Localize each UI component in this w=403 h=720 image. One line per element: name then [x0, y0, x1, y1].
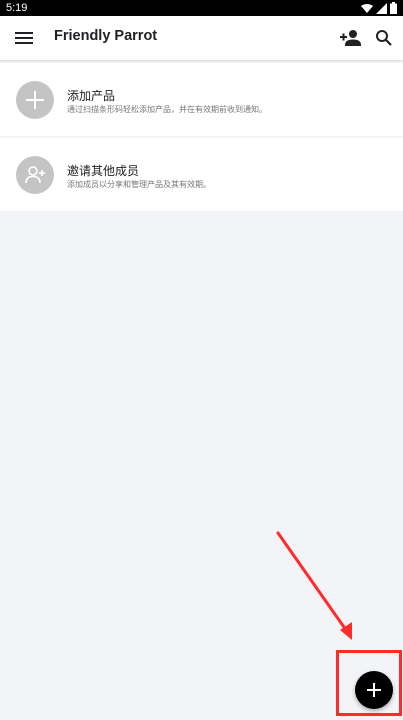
battery-icon — [390, 2, 397, 14]
add-member-button[interactable] — [340, 26, 362, 50]
plus-icon — [26, 91, 44, 109]
status-bar: 5:19 — [0, 0, 403, 16]
app-title: Friendly Parrot — [54, 28, 158, 44]
menu-button[interactable] — [12, 26, 36, 50]
invite-members-description: 添加成员以分享和管理产品及其有效期。 — [67, 180, 211, 189]
menu-icon — [15, 32, 33, 44]
plus-icon — [367, 683, 381, 697]
add-fab-button[interactable] — [355, 671, 393, 709]
signal-icon — [376, 2, 387, 14]
app-bar: Friendly Parrot — [0, 16, 403, 60]
invite-members-title: 邀请其他成员 — [67, 164, 140, 178]
wifi-icon — [361, 3, 373, 13]
add-product-description: 通过扫描条形码轻松添加产品，并在有效期前收到通知。 — [67, 105, 267, 114]
add-product-avatar — [16, 81, 54, 119]
add-product-card[interactable]: 添加产品 通过扫描条形码轻松添加产品，并在有效期前收到通知。 — [0, 63, 403, 136]
status-icons — [361, 2, 397, 14]
add-person-icon — [340, 30, 361, 46]
invite-members-card[interactable]: 邀请其他成员 添加成员以分享和管理产品及其有效期。 — [0, 138, 403, 211]
search-icon — [376, 30, 392, 46]
add-product-title: 添加产品 — [67, 89, 116, 103]
status-time: 5:19 — [6, 2, 28, 14]
invite-members-avatar — [16, 156, 54, 194]
search-button[interactable] — [373, 26, 395, 50]
add-person-icon — [25, 166, 45, 184]
